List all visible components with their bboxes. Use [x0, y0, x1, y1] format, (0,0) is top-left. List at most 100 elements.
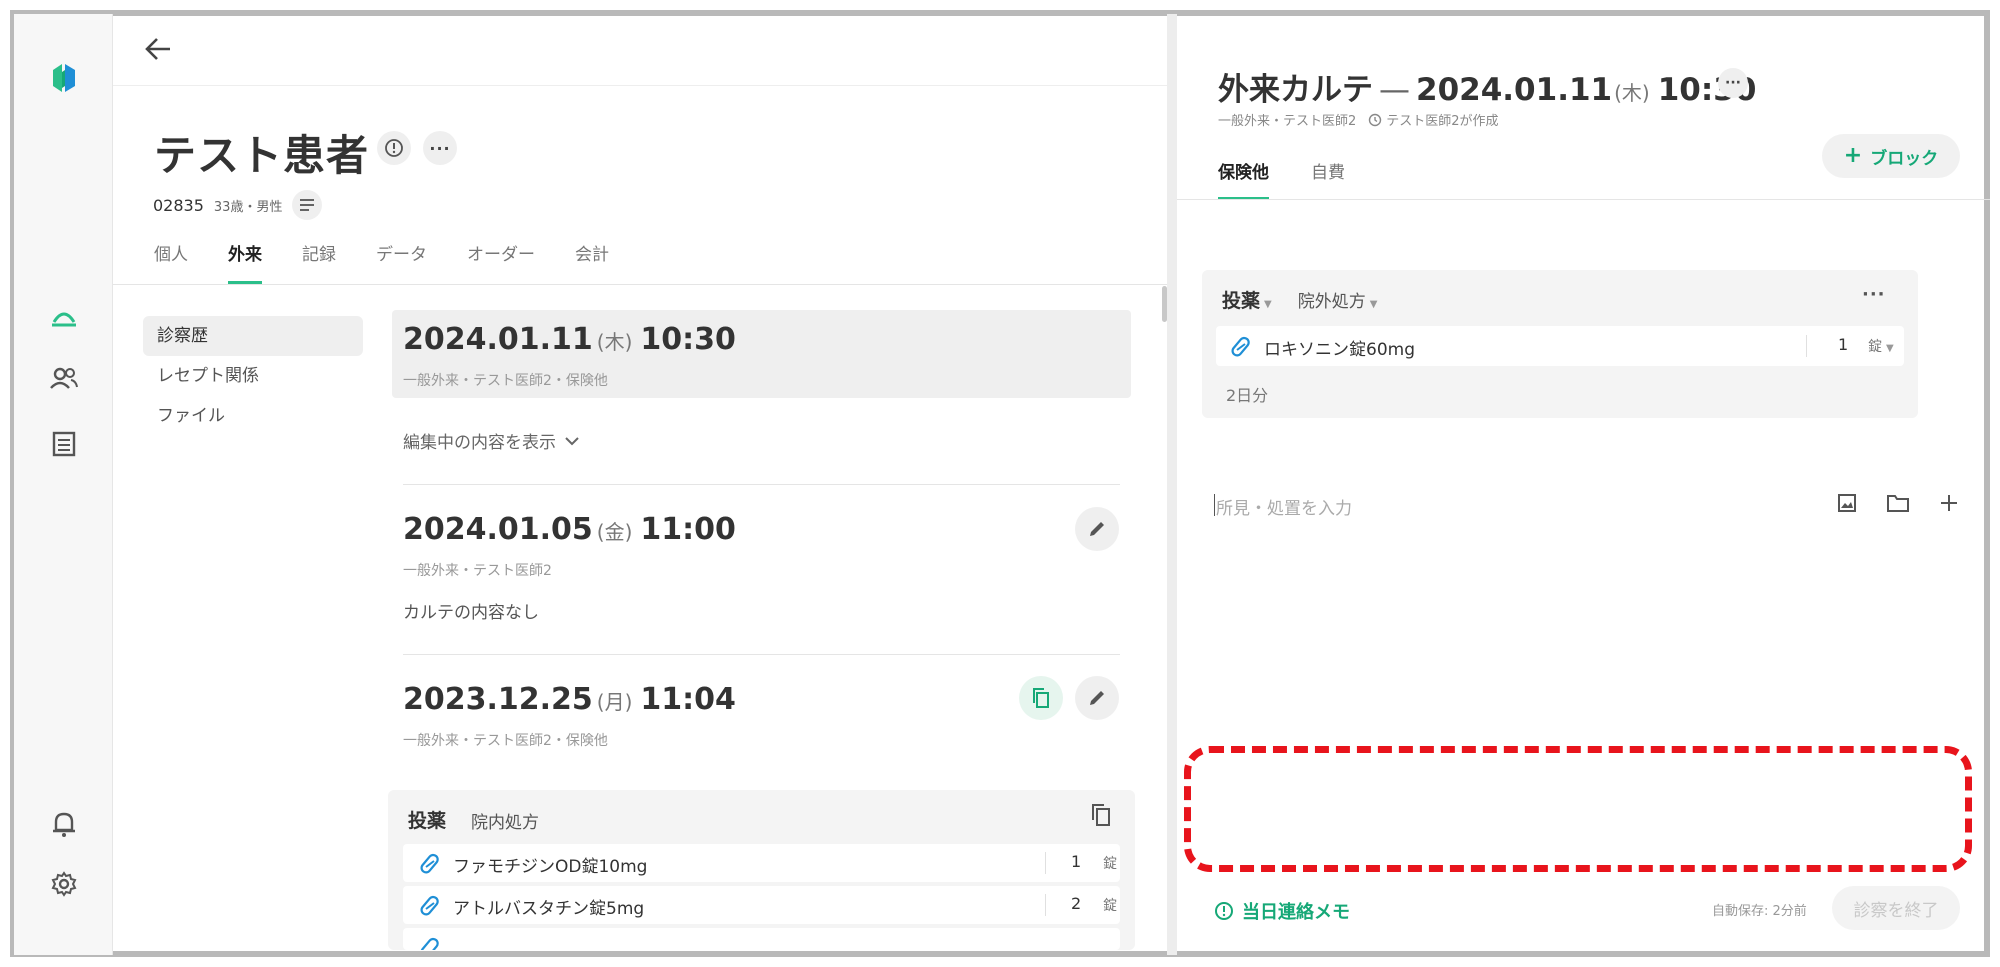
karte-title: 外来カルテ —2024.01.11 (木) 10:30 — [1218, 64, 1756, 109]
visit-date-value: 2023.12.25 — [403, 682, 593, 717]
show-editing-toggle[interactable]: 編集中の内容を表示 — [403, 428, 580, 453]
visit-date: 2023.12.25 (月) 11:04 — [403, 682, 736, 717]
subnav-visit-history[interactable]: 診察歴 — [143, 316, 363, 356]
tab-data[interactable]: データ — [376, 240, 427, 284]
plus-icon: + — [1843, 143, 1863, 168]
outpatient-subnav: 診察歴 レセプト関係 ファイル — [143, 316, 363, 436]
patient-tabs: 個人 外来 記録 データ オーダー 会計 — [154, 240, 649, 284]
rx-title: 投薬 — [408, 810, 447, 832]
karte-rx-type: 院外処方 — [1297, 292, 1366, 312]
memo-alert-icon — [1215, 902, 1233, 920]
karte-more-button[interactable]: ··· — [1718, 68, 1748, 98]
karte-rx-title: 投薬 — [1222, 290, 1261, 312]
caret-down-icon: ▼ — [1264, 299, 1272, 310]
patient-age-sex: 33歳・男性 — [213, 199, 283, 215]
tab-records[interactable]: 記録 — [302, 240, 336, 284]
pill-icon — [420, 853, 439, 874]
karte-subinfo: 一般外来・テスト医師2 テスト医師2が作成 — [1218, 110, 1499, 129]
more-dots-icon: ··· — [1725, 75, 1741, 91]
rx-item-row-partial[interactable] — [403, 928, 1120, 950]
folder-icon[interactable] — [1886, 492, 1910, 518]
highlight-dashed-box — [1184, 746, 1972, 872]
visit-date: 2024.01.05 (金) 11:00 — [403, 512, 736, 547]
tabs-divider — [113, 284, 1167, 285]
karte-rx-header: 投薬 ▼ 院外処方 ▼ — [1222, 286, 1377, 313]
karte-author: テスト医師2が作成 — [1368, 110, 1499, 129]
rx-more-icon[interactable]: ··· — [1862, 284, 1886, 305]
copy-icon — [1033, 688, 1049, 708]
copy-icon[interactable] — [1089, 802, 1113, 832]
karte-weekday: (木) — [1614, 81, 1650, 105]
karte-rx-item-unit[interactable]: 錠 ▼ — [1868, 336, 1894, 356]
visit-time: 11:04 — [640, 682, 736, 717]
karte-rx-type-select[interactable]: 院外処方 ▼ — [1298, 287, 1378, 312]
patient-topbar — [113, 14, 1167, 86]
tab-insurance[interactable]: 保険他 — [1218, 158, 1269, 200]
pill-icon — [1231, 336, 1250, 357]
karte-title-text: 外来カルテ — [1218, 72, 1373, 108]
plus-icon[interactable] — [1938, 492, 1960, 518]
edit-visit-button[interactable] — [1075, 676, 1119, 720]
tab-orders[interactable]: オーダー — [467, 240, 535, 284]
divider — [1806, 335, 1807, 357]
visit-date-value: 2024.01.11 — [403, 322, 593, 357]
more-dots-icon: ··· — [429, 138, 451, 158]
patient-detail-list-icon[interactable] — [292, 190, 323, 220]
tab-self-pay[interactable]: 自費 — [1311, 158, 1345, 200]
rx-item-name: ファモチジンOD錠10mg — [453, 857, 648, 877]
records-list-icon[interactable] — [14, 430, 113, 458]
copy-visit-button[interactable] — [1019, 676, 1063, 720]
settings-gear-icon[interactable] — [14, 870, 113, 898]
history-clock-icon — [1369, 113, 1382, 126]
edit-visit-button[interactable] — [1075, 507, 1119, 551]
add-block-button[interactable]: + ブロック — [1822, 134, 1960, 178]
notification-bell-icon[interactable] — [14, 810, 113, 838]
patient-more-button[interactable]: ··· — [423, 131, 457, 165]
app-logo-icon[interactable] — [14, 58, 113, 98]
karte-prescription-block: 投薬 ▼ 院外処方 ▼ ··· ロキソニン錠60mg 1 錠 ▼ 2日分 — [1202, 270, 1918, 418]
image-icon[interactable] — [1836, 492, 1858, 518]
karte-tabs: 保険他 自費 — [1218, 158, 1387, 200]
visit-info: 一般外来・テスト医師2・保険他 — [403, 373, 608, 389]
tab-accounting[interactable]: 会計 — [575, 240, 609, 284]
karte-rx-item-unit-text: 錠 — [1868, 339, 1882, 355]
karte-rx-item-name: ロキソニン錠60mg — [1264, 340, 1415, 360]
finish-consultation-button[interactable]: 診察を終了 — [1832, 886, 1960, 930]
subnav-receipt[interactable]: レセプト関係 — [143, 356, 363, 396]
patient-id: 02835 — [153, 195, 204, 215]
rx-item-row[interactable]: アトルバスタチン錠5mg 2 錠 — [403, 886, 1120, 924]
pencil-icon — [1090, 522, 1104, 536]
panel-divider[interactable] — [1167, 14, 1177, 955]
show-editing-label: 編集中の内容を表示 — [403, 433, 556, 453]
subnav-files[interactable]: ファイル — [143, 396, 363, 436]
visit-info: 一般外来・テスト医師2 — [403, 563, 552, 579]
rx-item-row[interactable]: ファモチジンOD錠10mg 1 錠 — [403, 844, 1120, 882]
daily-memo-label: 当日連絡メモ — [1242, 902, 1350, 923]
karte-visit-info: 一般外来・テスト医師2 — [1218, 114, 1357, 129]
visit-weekday: (木) — [596, 330, 633, 354]
patients-icon[interactable] — [14, 366, 113, 392]
daily-memo-button[interactable]: 当日連絡メモ — [1214, 898, 1350, 924]
rx-type: 院内処方 — [471, 813, 539, 833]
visit-info: 一般外来・テスト医師2・保険他 — [403, 733, 608, 749]
finding-input[interactable]: 所見・処置を入力 — [1214, 494, 1352, 519]
divider — [1045, 852, 1046, 874]
visit-weekday: (金) — [596, 520, 633, 544]
visit-time: 11:00 — [640, 512, 736, 547]
chevron-down-icon — [565, 436, 579, 445]
karte-rx-days[interactable]: 2日分 — [1226, 382, 1268, 406]
outpatient-icon[interactable] — [14, 304, 113, 330]
patient-memo-icon[interactable] — [377, 131, 411, 165]
back-arrow-icon[interactable] — [143, 36, 173, 66]
karte-rx-item-qty[interactable]: 1 — [1838, 335, 1848, 354]
history-prescription-block: 投薬 院内処方 ファモチジンOD錠10mg 1 錠 アトルバスタチン錠5mg 2… — [388, 790, 1135, 950]
karte-rx-title-select[interactable]: 投薬 ▼ — [1222, 286, 1272, 313]
tab-outpatient[interactable]: 外来 — [228, 240, 262, 284]
patient-meta: 02835 33歳・男性 — [153, 190, 323, 220]
visit-time: 10:30 — [640, 322, 736, 357]
rx-item-qty: 2 — [1071, 894, 1082, 913]
autosave-status: 自動保存: 2分前 — [1712, 904, 1807, 919]
divider — [1045, 894, 1046, 916]
karte-rx-item-row[interactable]: ロキソニン錠60mg 1 錠 ▼ — [1216, 326, 1904, 366]
tab-personal[interactable]: 個人 — [154, 240, 188, 284]
